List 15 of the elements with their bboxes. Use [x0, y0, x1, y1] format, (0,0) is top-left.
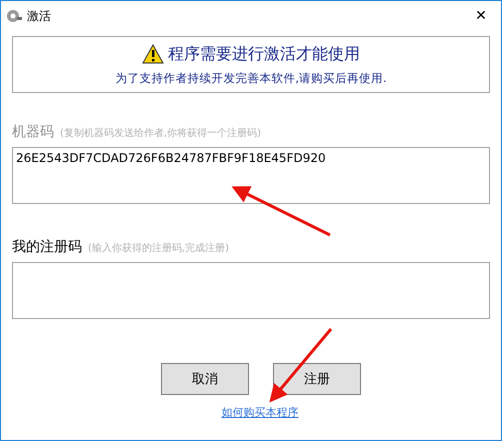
machine-code-hint: (复制机器码发送给作者,你将获得一个注册码) [60, 126, 261, 140]
notice-heading: 程序需要进行激活才能使用 [168, 44, 360, 64]
notice-message: 为了支持作者持续开发完善本软件,请购买后再使用. [115, 70, 387, 86]
registration-code-field[interactable] [12, 262, 490, 319]
app-icon [5, 8, 23, 24]
machine-code-field[interactable]: 26E2543DF7CDAD726F6B24787FBF9F18E45FD920 [12, 147, 490, 204]
window-title: 激活 [27, 8, 52, 24]
warning-icon [142, 44, 164, 64]
cancel-button[interactable]: 取消 [161, 363, 249, 395]
register-button[interactable]: 注册 [273, 363, 361, 395]
close-button[interactable]: ✕ [461, 1, 501, 31]
machine-code-label: 机器码 [12, 123, 54, 141]
purchase-link[interactable]: 如何购买本程序 [222, 405, 298, 420]
registration-code-hint: (输入你获得的注册码,完成注册) [88, 242, 229, 255]
registration-code-label: 我的注册码 [12, 238, 82, 256]
